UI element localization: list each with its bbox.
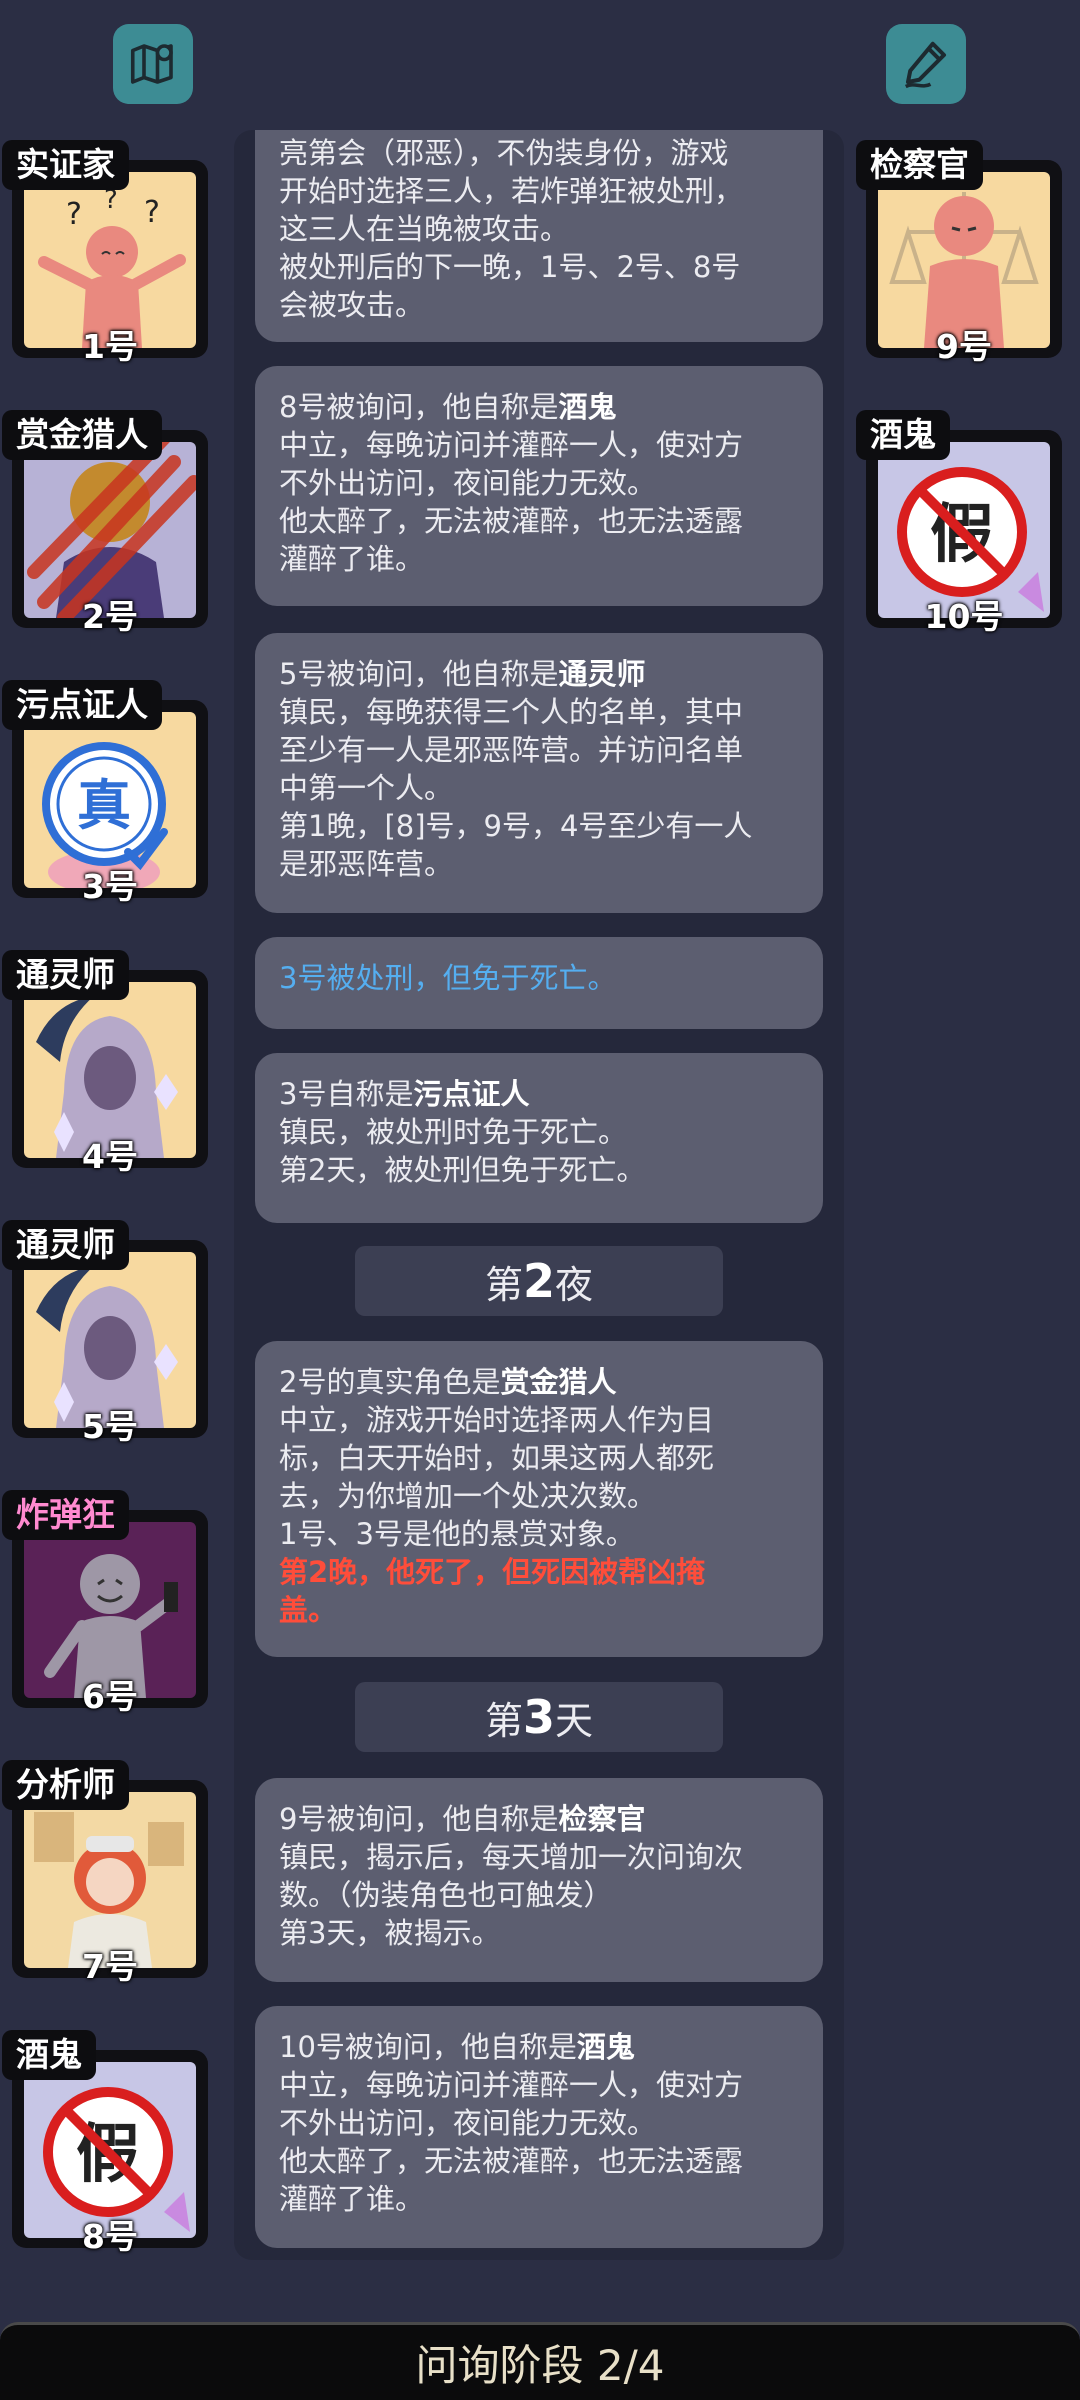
log-entry-player2-reveal: 2号的真实角色是赏金猎人 中立，游戏开始时选择两人作为目 标，白天开始时，如果这…: [255, 1341, 823, 1657]
player-card-9[interactable]: 检察官 9号: [856, 140, 1066, 366]
player-card-10[interactable]: 假 酒鬼 10号: [856, 410, 1066, 636]
player-card-7[interactable]: 分析师 7号: [2, 1760, 212, 1986]
log-entry-player5-claim: 5号被询问，他自称是通灵师 镇民，每晚获得三个人的名单，其中 至少有一人是邪恶阵…: [255, 633, 823, 913]
svg-text:?: ?: [144, 195, 160, 230]
phase-label: 问询阶段 2/4: [415, 2341, 665, 2390]
player-seat-number: 6号: [82, 1677, 138, 1716]
player-seat-number: 10号: [924, 597, 1004, 636]
game-log-panel[interactable]: 亮第会（邪恶），不伪装身份，游戏 开始时选择三人，若炸弹狂被处刑， 这三人在当晚…: [234, 130, 844, 2260]
log-entry-player10-claim: 10号被询问，他自称是酒鬼 中立，每晚访问并灌醉一人，使对方 不外出访问，夜间能…: [255, 2006, 823, 2248]
player-card-1[interactable]: ? ? ? 实证家 1号: [2, 140, 212, 366]
map-icon: [130, 44, 173, 84]
player-role-label: 酒鬼: [2, 2030, 96, 2080]
player-card-3[interactable]: 真 污点证人 3号: [2, 680, 212, 906]
map-button[interactable]: [113, 24, 193, 104]
phase-status-bar[interactable]: 问询阶段 2/4: [0, 2322, 1080, 2400]
player-seat-number: 5号: [82, 1407, 138, 1446]
player-seat-number: 7号: [82, 1947, 138, 1986]
svg-text:?: ?: [66, 197, 82, 232]
player-seat-number: 2号: [82, 597, 138, 636]
player-role-label: 分析师: [2, 1760, 129, 1810]
player-role-label: 实证家: [2, 140, 129, 190]
player-role-label: 酒鬼: [856, 410, 950, 460]
player-seat-number: 8号: [82, 2217, 138, 2256]
log-entry-execution: 3号被处刑，但免于死亡。: [255, 937, 823, 1029]
player-role-label: 赏金猎人: [2, 410, 162, 460]
player-card-4[interactable]: 通灵师 4号: [2, 950, 212, 1176]
player-card-2[interactable]: 赏金猎人 2号: [2, 410, 212, 636]
player-role-label: 炸弹狂: [2, 1490, 129, 1540]
notes-pen-icon: [904, 41, 947, 89]
svg-text:真: 真: [77, 774, 131, 837]
log-entry-player3-claim: 3号自称是污点证人 镇民，被处刑时免于死亡。 第2天，被处刑但免于死亡。: [255, 1053, 823, 1223]
night-2-banner: 第2夜: [355, 1246, 723, 1316]
log-entry-bomber-info: 亮第会（邪恶），不伪装身份，游戏 开始时选择三人，若炸弹狂被处刑， 这三人在当晚…: [255, 130, 823, 342]
player-card-8[interactable]: 假 酒鬼 8号: [2, 2030, 212, 2256]
notes-button[interactable]: [886, 24, 966, 104]
player-seat-number: 1号: [82, 327, 138, 366]
player-role-label: 检察官: [856, 140, 983, 190]
player-role-label: 污点证人: [2, 680, 162, 730]
player-seat-number: 4号: [82, 1137, 138, 1176]
player-role-label: 通灵师: [2, 1220, 129, 1270]
player-role-label: 通灵师: [2, 950, 129, 1000]
log-entry-player8-claim: 8号被询问，他自称是酒鬼 中立，每晚访问并灌醉一人，使对方 不外出访问，夜间能力…: [255, 366, 823, 606]
log-entry-player9-claim: 9号被询问，他自称是检察官 镇民，揭示后，每天增加一次问询次 数。（伪装角色也可…: [255, 1778, 823, 1982]
player-card-5[interactable]: 通灵师 5号: [2, 1220, 212, 1446]
player-card-6[interactable]: 炸弹狂 6号: [2, 1490, 212, 1716]
player-seat-number: 3号: [82, 867, 138, 906]
player-seat-number: 9号: [936, 327, 992, 366]
day-3-banner: 第3天: [355, 1682, 723, 1752]
